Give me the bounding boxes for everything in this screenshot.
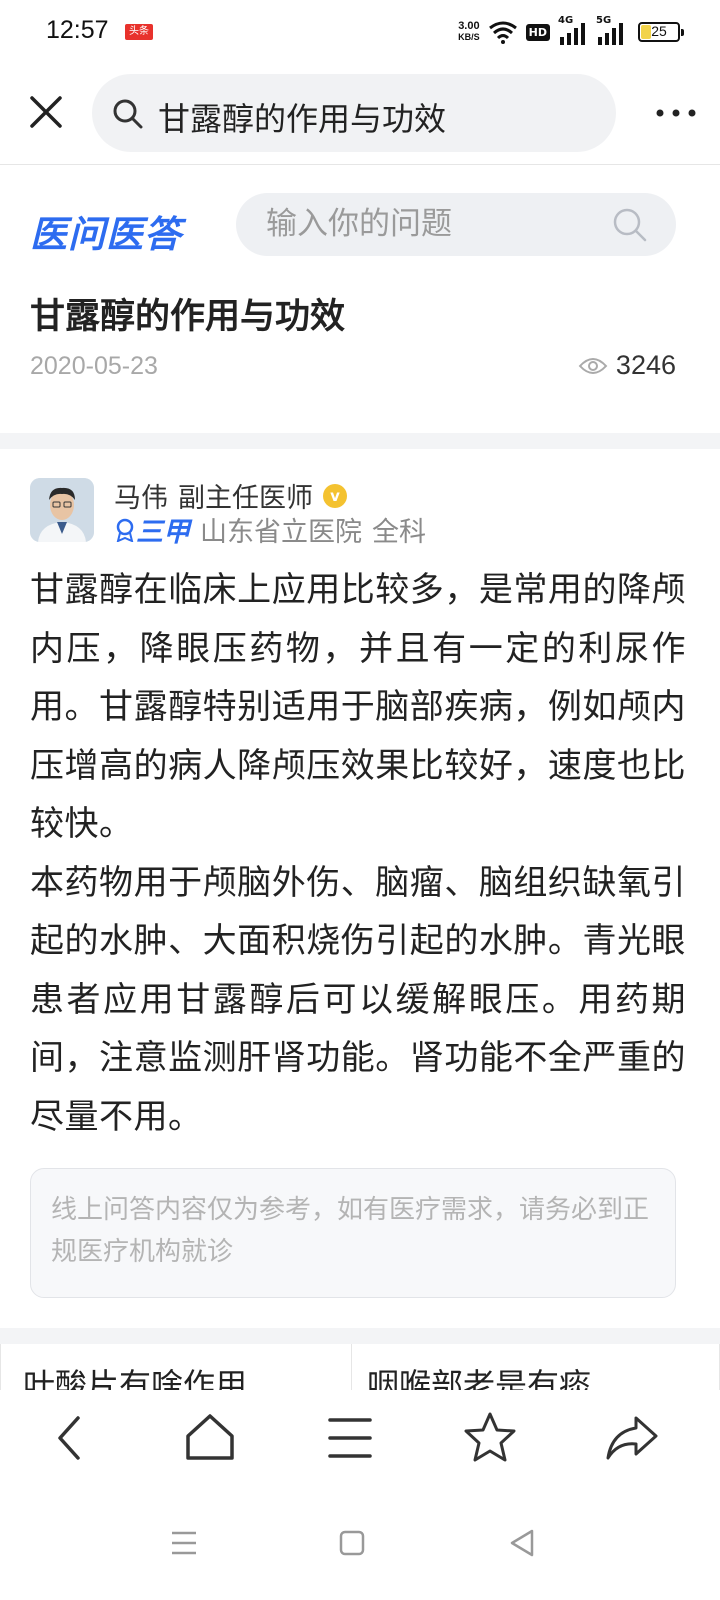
related-question-item[interactable]: 咽喉部老是有痰 [367, 1344, 697, 1390]
net-speed-unit: KB/S [458, 32, 480, 42]
browser-search-query: 甘露醇的作用与功效 [158, 100, 447, 138]
menu-icon [328, 1418, 372, 1458]
net-speed: 3.00 KB/S [458, 21, 480, 43]
back-icon [58, 1416, 80, 1460]
battery-tip [681, 29, 684, 36]
share-button[interactable] [602, 1408, 662, 1468]
related-question-item[interactable]: 叶酸片有啥作用 [23, 1344, 343, 1390]
browser-address-bar[interactable]: 甘露醇的作用与功效 [92, 74, 616, 152]
more-button[interactable] [654, 98, 698, 128]
recents-button[interactable] [164, 1523, 204, 1563]
back-nav-button[interactable] [502, 1523, 542, 1563]
status-bar: 12:57 头条 3.00 KB/S HD 4G 5G 25 [0, 0, 720, 64]
hospital-name: 山东省立医院 [200, 517, 362, 548]
article-date: 2020-05-23 [30, 352, 158, 380]
site-search-input[interactable] [266, 206, 596, 242]
signal-4g-icon: 4G [558, 15, 588, 45]
close-button[interactable] [26, 92, 66, 132]
hospital-rank-badge: 三甲 [114, 510, 190, 549]
search-icon [113, 99, 143, 129]
view-count-number: 3246 [615, 350, 676, 380]
answer-body: 甘露醇在临床上应用比较多，是常用的降颅内压，降眼压药物，并且有一定的利尿作用。甘… [30, 561, 686, 1146]
square-icon [339, 1530, 365, 1556]
article-title: 甘露醇的作用与功效 [30, 297, 346, 337]
site-search-box[interactable] [236, 193, 676, 256]
answer-paragraph: 本药物用于颅脑外伤、脑瘤、脑组织缺氧引起的水肿、大面积烧伤引起的水肿。青光眼患者… [30, 862, 686, 1137]
eye-icon [578, 357, 608, 374]
hd-badge: HD [525, 23, 550, 41]
close-icon [30, 96, 62, 128]
home-button[interactable] [180, 1408, 240, 1468]
department: 全科 [372, 517, 426, 548]
signal-5g-icon: 5G [596, 15, 626, 45]
answer-paragraph: 甘露醇在临床上应用比较多，是常用的降颅内压，降眼压药物，并且有一定的利尿作用。甘… [30, 570, 686, 844]
triangle-back-icon [510, 1529, 534, 1557]
net-speed-value: 3.00 [458, 20, 480, 32]
browser-toolbar [0, 1390, 720, 1485]
doctor-avatar[interactable] [30, 478, 94, 542]
bookmark-button[interactable] [460, 1408, 520, 1468]
search-icon[interactable] [612, 207, 648, 243]
battery-level: 25 [651, 23, 667, 39]
battery-icon: 25 [638, 22, 684, 42]
back-button[interactable] [40, 1408, 100, 1468]
notification-badge: 头条 [125, 24, 153, 40]
hospital-rank: 三甲 [136, 517, 190, 548]
home-nav-button[interactable] [332, 1523, 372, 1563]
view-count: 3246 [578, 350, 676, 381]
site-logo[interactable]: 医问医答 [30, 204, 182, 258]
disclaimer-box: 线上问答内容仅为参考，如有医疗需求，请务必到正规医疗机构就诊 [30, 1168, 676, 1298]
system-nav-bar [0, 1485, 720, 1600]
status-time: 12:57 [46, 16, 109, 44]
section-divider [0, 433, 720, 449]
browser-top-bar: 甘露醇的作用与功效 [0, 70, 720, 165]
more-icon [656, 109, 696, 117]
share-icon [606, 1416, 658, 1460]
related-divider [351, 1344, 352, 1390]
menu-button[interactable] [320, 1408, 380, 1468]
medal-icon [116, 518, 134, 542]
signal-5g-label: 5G [596, 15, 612, 26]
recents-icon [172, 1531, 196, 1555]
section-divider [0, 1328, 720, 1344]
signal-4g-label: 4G [558, 15, 574, 26]
related-questions: 叶酸片有啥作用 咽喉部老是有痰 [0, 1344, 720, 1390]
verified-icon: v [323, 483, 347, 508]
wifi-icon [488, 21, 517, 44]
home-icon [186, 1414, 234, 1460]
star-icon [464, 1412, 516, 1462]
doctor-photo [30, 478, 94, 542]
hospital-line: 三甲 山东省立医院 全科 [114, 510, 426, 549]
status-icons: 3.00 KB/S HD 4G 5G 25 [458, 15, 684, 48]
